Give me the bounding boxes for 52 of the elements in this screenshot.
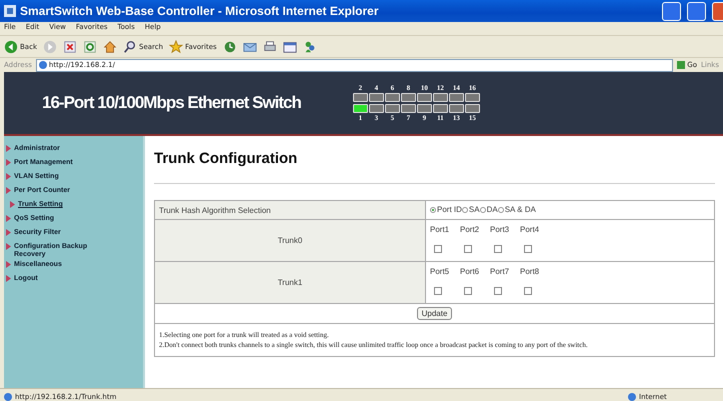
messenger-icon xyxy=(302,40,317,54)
refresh-button[interactable] xyxy=(83,40,97,54)
window-title: SmartSwitch Web-Base Controller - Microsoft Internet Explorer xyxy=(20,4,380,18)
edit-icon xyxy=(282,40,297,54)
table-cell: Trunk1 xyxy=(154,262,426,304)
stop-button[interactable] xyxy=(63,40,77,54)
page-icon xyxy=(4,393,12,401)
browser-icon xyxy=(4,5,16,17)
port-label: Port6 xyxy=(460,266,480,278)
checkbox[interactable] xyxy=(464,244,472,252)
port-label: Port4 xyxy=(520,224,540,236)
print-button[interactable] xyxy=(262,40,277,54)
port-label: Port1 xyxy=(430,224,450,236)
history-button[interactable] xyxy=(222,40,237,54)
checkbox[interactable] xyxy=(494,286,502,294)
page-title: Trunk Configuration xyxy=(154,150,298,167)
messenger-button[interactable] xyxy=(302,40,317,54)
radio-option[interactable]: SA & DA xyxy=(498,205,536,214)
checkbox[interactable] xyxy=(524,286,532,294)
minimize-button[interactable] xyxy=(662,2,681,20)
forward-icon xyxy=(43,40,57,54)
checkbox[interactable] xyxy=(434,286,442,294)
port-label: Port7 xyxy=(490,266,510,278)
search-icon xyxy=(123,40,137,54)
edit-button[interactable] xyxy=(282,40,297,54)
stop-icon xyxy=(63,40,77,54)
home-icon xyxy=(103,40,117,54)
globe-icon xyxy=(628,393,636,401)
refresh-icon xyxy=(83,40,97,54)
page-icon xyxy=(38,61,47,69)
maximize-button[interactable] xyxy=(687,2,706,20)
print-icon xyxy=(262,40,277,54)
checkbox[interactable] xyxy=(464,286,472,294)
home-button[interactable] xyxy=(103,40,117,54)
radio-option[interactable]: DA xyxy=(480,205,498,214)
go-icon xyxy=(677,61,686,69)
radio-option[interactable]: Port ID xyxy=(430,205,462,214)
port-label: Port3 xyxy=(490,224,510,236)
port-label: Port8 xyxy=(520,266,540,278)
history-icon xyxy=(222,40,237,54)
favorites-icon xyxy=(169,40,184,54)
port-label: Port5 xyxy=(430,266,450,278)
radio-option[interactable]: SA xyxy=(462,205,480,214)
back-icon xyxy=(4,40,18,54)
checkbox[interactable] xyxy=(524,244,532,252)
checkbox[interactable] xyxy=(494,244,502,252)
table-cell: Trunk0 xyxy=(154,220,426,262)
banner-title: 16-Port 10/100Mbps Ethernet Switch xyxy=(42,93,301,113)
port-label: Port2 xyxy=(460,224,480,236)
checkbox[interactable] xyxy=(434,244,442,252)
table-cell: Trunk Hash Algorithm Selection xyxy=(154,200,426,220)
update-button[interactable]: Update xyxy=(416,307,452,320)
